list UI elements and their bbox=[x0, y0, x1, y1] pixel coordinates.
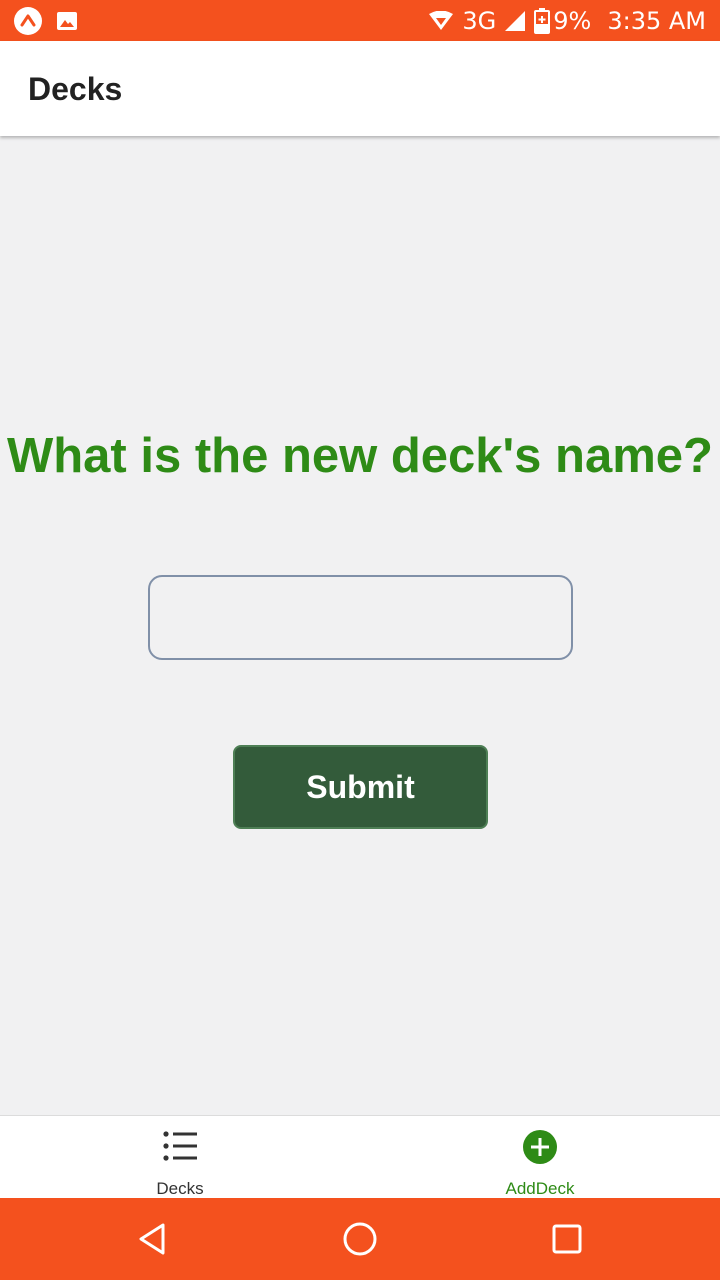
wifi-icon bbox=[429, 10, 454, 30]
deck-name-prompt: What is the new deck's name? bbox=[6, 429, 713, 483]
home-icon[interactable] bbox=[340, 1219, 380, 1259]
clock: 3:35 AM bbox=[607, 6, 706, 35]
deck-name-input[interactable] bbox=[148, 575, 573, 660]
list-icon bbox=[163, 1131, 197, 1161]
signal-icon bbox=[505, 10, 526, 31]
tab-add-deck[interactable]: AddDeck bbox=[360, 1116, 720, 1199]
tab-decks-label: Decks bbox=[156, 1179, 204, 1198]
submit-button[interactable]: Submit bbox=[233, 745, 488, 829]
tab-decks[interactable]: Decks bbox=[0, 1116, 360, 1199]
app-header: Decks bbox=[0, 41, 720, 136]
image-notification-icon bbox=[57, 12, 77, 30]
back-icon[interactable] bbox=[133, 1219, 173, 1259]
battery-percent: 9% bbox=[553, 6, 592, 35]
network-type: 3G bbox=[462, 6, 497, 35]
system-nav-bar bbox=[0, 1198, 720, 1280]
battery-charging-icon bbox=[534, 7, 551, 34]
recents-icon[interactable] bbox=[547, 1219, 587, 1259]
status-bar: 3G 9% 3:35 AM bbox=[0, 0, 720, 41]
page-title: Decks bbox=[28, 71, 123, 107]
plus-circle-icon bbox=[523, 1130, 557, 1164]
tab-add-deck-label: AddDeck bbox=[505, 1179, 575, 1198]
app-notification-icon bbox=[14, 7, 42, 35]
bottom-tab-bar: Decks AddDeck bbox=[0, 1115, 720, 1198]
